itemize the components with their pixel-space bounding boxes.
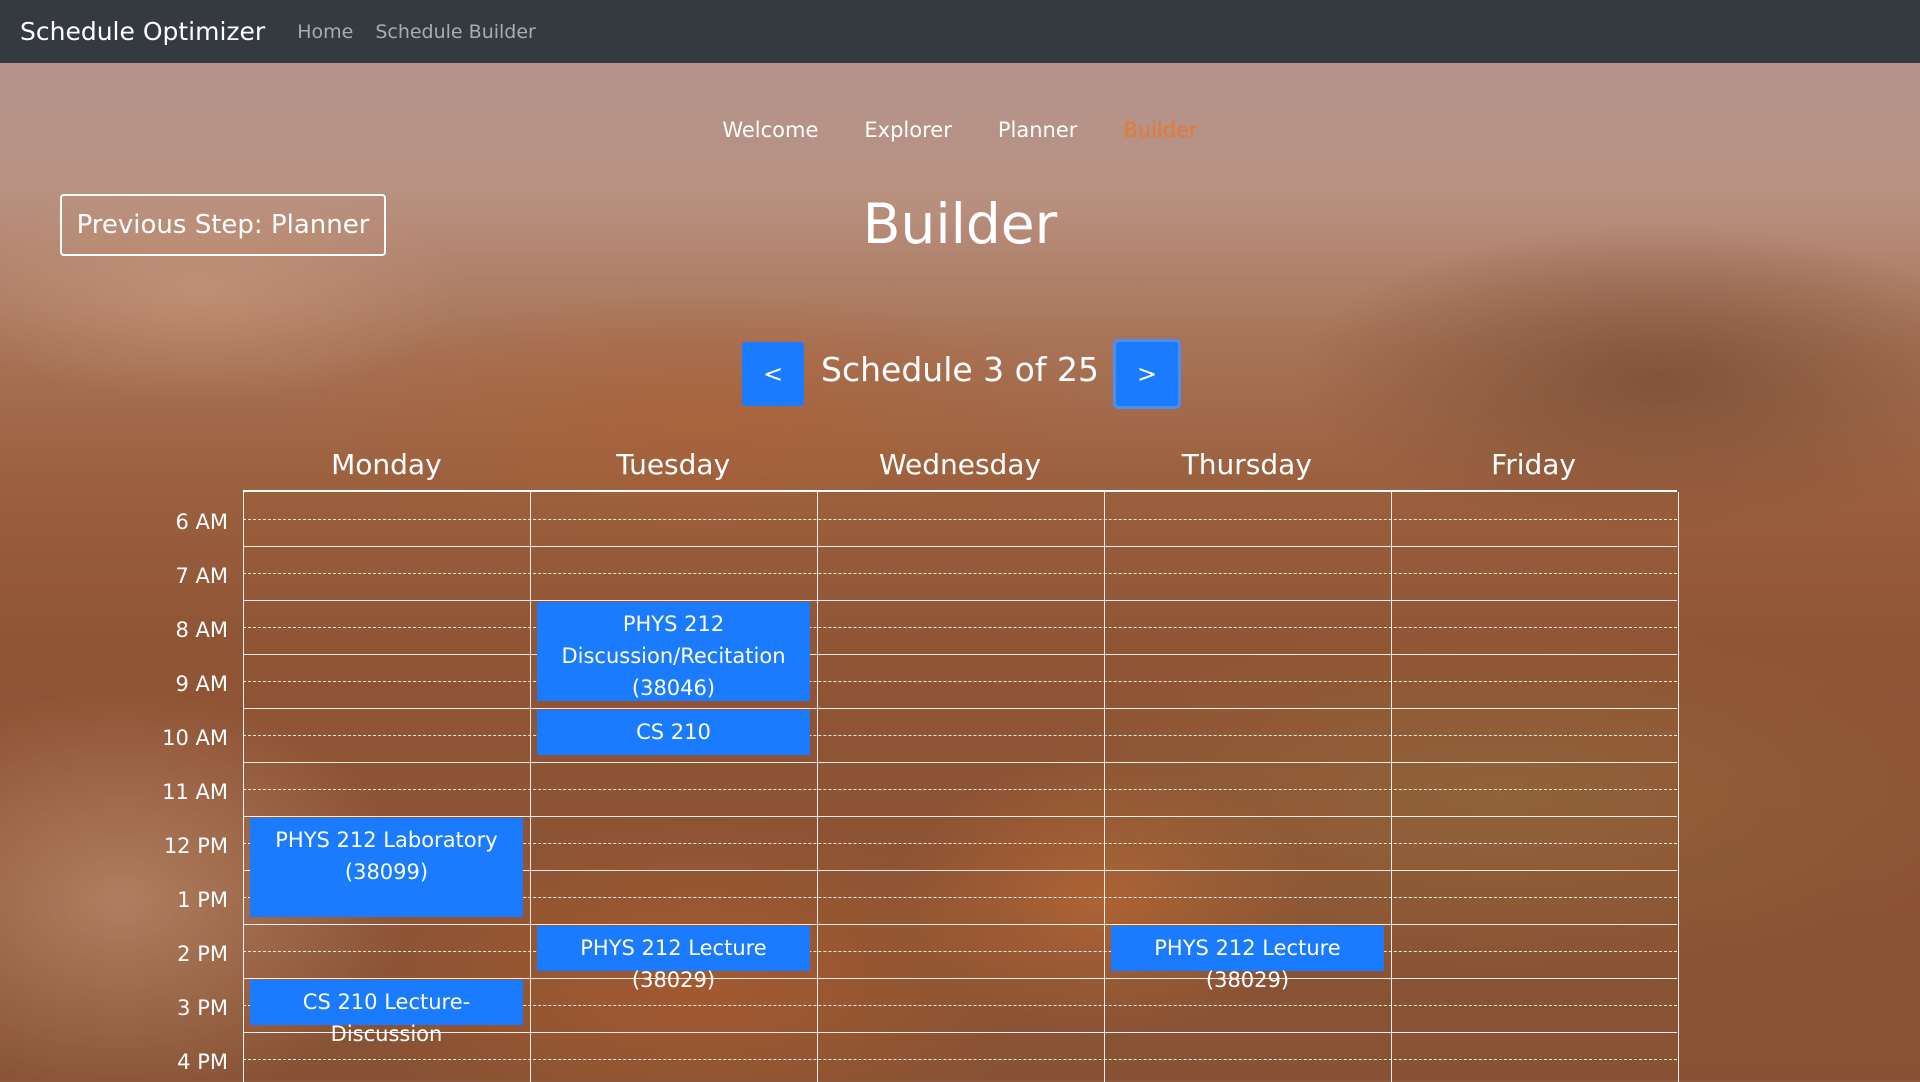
next-schedule-button[interactable]: > xyxy=(1116,342,1178,406)
grid-hour-line xyxy=(243,978,1677,979)
grid-column-line xyxy=(1104,492,1105,1082)
schedule-pager: Schedule 3 of 25 < > xyxy=(0,342,1920,406)
grid-column-line xyxy=(243,492,244,1082)
event-phys212-laboratory[interactable]: PHYS 212 Laboratory (38099) xyxy=(250,818,523,917)
time-label: 11 AM xyxy=(162,780,228,804)
event-cs210-tuesday[interactable]: CS 210 xyxy=(537,710,810,755)
top-navbar: Schedule Optimizer Home Schedule Builder xyxy=(0,0,1920,63)
event-phys212-lecture-tuesday[interactable]: PHYS 212 Lecture (38029) xyxy=(537,926,810,992)
event-cs210-lecture-discussion[interactable]: CS 210 Lecture-Discussion xyxy=(250,980,523,1046)
grid-column-line xyxy=(1391,492,1392,1082)
grid-hour-line xyxy=(243,762,1677,763)
grid-hour-line xyxy=(243,654,1677,655)
grid-hour-line xyxy=(243,1032,1677,1033)
grid-hour-line xyxy=(243,816,1677,817)
step-planner[interactable]: Planner xyxy=(998,118,1078,142)
grid-half-hour-line xyxy=(243,573,1677,574)
grid-half-hour-line xyxy=(243,681,1677,682)
step-explorer[interactable]: Explorer xyxy=(864,118,951,142)
time-label: 6 AM xyxy=(175,510,228,534)
schedule-counter: Schedule 3 of 25 xyxy=(821,350,1099,389)
day-header-tuesday: Tuesday xyxy=(616,448,731,481)
grid-half-hour-line xyxy=(243,789,1677,790)
event-phys212-lecture-thursday[interactable]: PHYS 212 Lecture (38029) xyxy=(1111,926,1384,992)
time-label: 8 AM xyxy=(175,618,228,642)
nav-schedule-builder-link[interactable]: Schedule Builder xyxy=(375,21,536,43)
time-label: 9 AM xyxy=(175,672,228,696)
grid-hour-line xyxy=(243,708,1677,709)
grid-half-hour-line xyxy=(243,519,1677,520)
step-welcome[interactable]: Welcome xyxy=(722,118,818,142)
grid-hour-line xyxy=(243,600,1677,601)
time-label: 3 PM xyxy=(177,996,228,1020)
time-label: 4 PM xyxy=(177,1050,228,1074)
event-phys212-discussion[interactable]: PHYS 212 Discussion/Recitation (38046) xyxy=(537,602,810,701)
day-headers: Monday Tuesday Wednesday Thursday Friday xyxy=(243,448,1677,481)
day-header-friday: Friday xyxy=(1491,448,1577,481)
grid-half-hour-line xyxy=(243,735,1677,736)
grid-half-hour-line xyxy=(243,1059,1677,1060)
page-title: Builder xyxy=(862,192,1058,256)
grid-column-line xyxy=(1678,492,1679,1082)
step-tabs: Welcome Explorer Planner Builder xyxy=(0,118,1920,142)
grid-half-hour-line xyxy=(243,951,1677,952)
time-label: 2 PM xyxy=(177,942,228,966)
grid-column-line xyxy=(817,492,818,1082)
previous-schedule-button[interactable]: < xyxy=(742,342,804,406)
time-label: 7 AM xyxy=(175,564,228,588)
time-label: 12 PM xyxy=(163,834,228,858)
day-header-thursday: Thursday xyxy=(1181,448,1312,481)
grid-hour-line xyxy=(243,546,1677,547)
day-header-monday: Monday xyxy=(331,448,442,481)
brand-link[interactable]: Schedule Optimizer xyxy=(20,17,265,46)
grid-half-hour-line xyxy=(243,627,1677,628)
step-builder[interactable]: Builder xyxy=(1123,118,1197,142)
day-header-wednesday: Wednesday xyxy=(878,448,1042,481)
grid-hour-line xyxy=(243,924,1677,925)
time-label: 10 AM xyxy=(162,726,228,750)
time-label: 1 PM xyxy=(177,888,228,912)
nav-home-link[interactable]: Home xyxy=(297,21,353,43)
schedule-grid: PHYS 212 Discussion/Recitation (38046) C… xyxy=(243,490,1679,1082)
grid-column-line xyxy=(530,492,531,1082)
